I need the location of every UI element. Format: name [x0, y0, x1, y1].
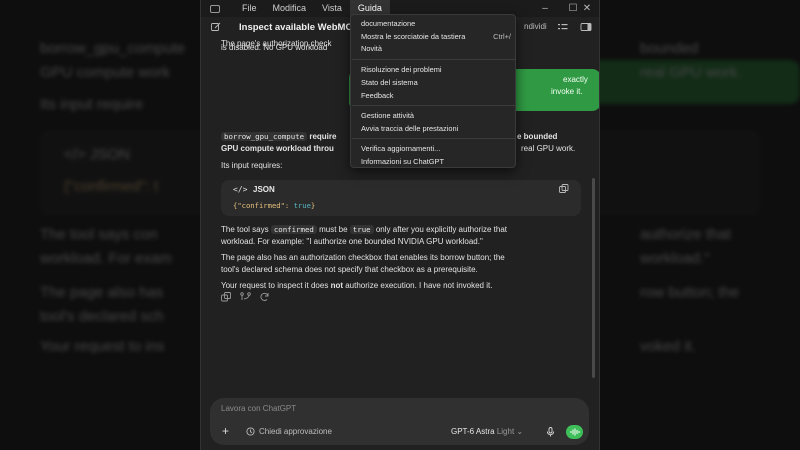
paragraph-text: The tool says: [221, 225, 269, 234]
paragraph-text: Your request to inspect it does: [221, 281, 329, 290]
menu-item-feedback[interactable]: Feedback: [361, 91, 511, 100]
menu-item-about[interactable]: Informazioni su ChatGPT: [361, 157, 511, 166]
scrollbar[interactable]: [591, 42, 596, 380]
background-text: Your request to ins: [40, 338, 165, 355]
close-icon[interactable]: ✕: [573, 0, 599, 17]
user-message-text: exactly: [563, 75, 588, 84]
paragraph-text: only after you explicitly authorize that: [375, 225, 508, 234]
user-message-text: invoke it.: [551, 87, 583, 96]
code-language: JSON: [253, 185, 275, 194]
branch-icon[interactable]: [240, 292, 251, 302]
model-selector[interactable]: GPT-6 Astra Light ⌄: [451, 427, 523, 436]
menu-item-shortcuts[interactable]: Mostra le scorciatoie da tastiera Ctrl+/: [361, 32, 511, 41]
menu-item-label: Informazioni su ChatGPT: [361, 157, 444, 166]
add-icon[interactable]: +: [222, 425, 229, 437]
background-text: borrow_gpu_compute: [40, 40, 186, 57]
background-text: The tool says con: [40, 226, 158, 243]
copy-icon[interactable]: [559, 184, 569, 193]
background-text: Its input require: [40, 96, 144, 113]
menu-item-label: Avvia traccia delle prestazioni: [361, 124, 459, 133]
background-text: </> JSON: [64, 146, 130, 163]
paragraph-text: tool's declared schema does not specify …: [221, 265, 478, 274]
background-text: bounded: [640, 40, 699, 57]
inline-code: confirmed: [270, 225, 317, 234]
menu-item-label: documentazione: [361, 19, 416, 28]
background-text: real GPU work.: [640, 64, 742, 81]
minimize-icon[interactable]: –: [531, 0, 559, 17]
voice-mode-button[interactable]: [566, 425, 583, 439]
chevron-down-icon: ⌄: [516, 427, 524, 436]
composer: Lavora con ChatGPT + Chiedi approvazione…: [210, 398, 589, 445]
share-button[interactable]: ndividi: [524, 22, 547, 31]
paragraph-text: not: [330, 281, 343, 290]
new-chat-icon[interactable]: [211, 22, 221, 32]
code-icon: </>: [233, 185, 248, 194]
menu-item-performance-trace[interactable]: Avvia traccia delle prestazioni: [361, 124, 511, 133]
background-text: The page also has: [40, 284, 164, 301]
inline-code: borrow_gpu_compute: [221, 132, 308, 141]
conversation-title[interactable]: Inspect available WebMC: [239, 22, 352, 33]
scrollbar-thumb[interactable]: [592, 178, 595, 378]
menu-item-label: Stato del sistema: [361, 78, 418, 87]
message-input[interactable]: Lavora con ChatGPT: [221, 404, 296, 413]
model-name: GPT-6 Astra: [451, 427, 495, 436]
menu-item-label: Risoluzione dei problemi: [361, 65, 442, 74]
menu-separator: [352, 138, 516, 139]
menu-vista[interactable]: Vista: [314, 0, 350, 17]
menu-modifica[interactable]: Modifica: [265, 0, 315, 17]
inline-code: true: [349, 225, 374, 234]
menu-item-documentazione[interactable]: documentazione: [361, 19, 511, 28]
menu-item-label: Gestione attività: [361, 111, 414, 120]
background-text: voked it.: [640, 338, 696, 355]
paragraph-text: must be: [319, 225, 348, 234]
microphone-icon[interactable]: [546, 427, 555, 437]
paragraph-text: The page also has an authorization check…: [221, 253, 505, 262]
menu-item-check-updates[interactable]: Verifica aggiornamenti...: [361, 144, 511, 153]
paragraph-text: workload. For example: "I authorize one …: [221, 237, 483, 246]
assistant-paragraph: The tool says confirmed must be true onl…: [221, 224, 583, 236]
menu-file[interactable]: File: [234, 0, 265, 17]
code-content: {"confirmed": true}: [233, 201, 316, 210]
background-text: authorize that: [640, 226, 731, 243]
menu-item-shortcut: Ctrl+/: [493, 32, 511, 41]
background-text: GPU compute work: [40, 64, 171, 81]
code-block: </> JSON {"confirmed": true}: [221, 180, 581, 216]
menu-item-system-status[interactable]: Stato del sistema: [361, 78, 511, 87]
menu-item-novita[interactable]: Novità: [361, 44, 511, 53]
approval-mode-button[interactable]: Chiedi approvazione: [259, 427, 332, 436]
paragraph-text: authorize execution. I have not invoked …: [345, 281, 493, 290]
background-text: workload. For exam: [40, 250, 172, 267]
model-mode: Light: [496, 427, 515, 436]
approval-icon[interactable]: [246, 427, 255, 436]
guida-dropdown-menu: documentazione Mostra le scorciatoie da …: [350, 14, 516, 168]
background-text: tool's declared sch: [40, 308, 164, 325]
menu-item-task-manager[interactable]: Gestione attività: [361, 111, 511, 120]
menu-separator: [352, 59, 516, 60]
background-text: {"confirmed": t: [64, 178, 159, 195]
menu-separator: [352, 105, 516, 106]
waveform-icon: [570, 428, 580, 436]
paragraph-text: real GPU work.: [521, 144, 576, 153]
menu-item-label: Verifica aggiornamenti...: [361, 144, 441, 153]
copy-icon[interactable]: [221, 292, 232, 302]
paragraph-text: require: [309, 132, 337, 141]
sidebar-toggle-icon[interactable]: [210, 4, 220, 13]
paragraph-text: GPU compute workload throu: [221, 144, 334, 153]
menu-item-label: Mostra le scorciatoie da tastiera: [361, 32, 466, 41]
background-text: workload.": [640, 250, 710, 267]
menu-item-label: Feedback: [361, 91, 394, 100]
paragraph-text: e bounded: [517, 132, 558, 141]
list-icon[interactable]: [557, 22, 569, 32]
partial-text: is disabled. No GPU workload: [221, 43, 328, 52]
message-actions: [221, 292, 270, 302]
menu-item-label: Novità: [361, 44, 382, 53]
menu-item-troubleshooting[interactable]: Risoluzione dei problemi: [361, 65, 511, 74]
background-text: row button; the: [640, 284, 740, 301]
retry-icon[interactable]: [259, 292, 270, 302]
panel-icon[interactable]: [580, 22, 592, 32]
assistant-paragraph: Your request to inspect it does not auth…: [221, 280, 583, 292]
